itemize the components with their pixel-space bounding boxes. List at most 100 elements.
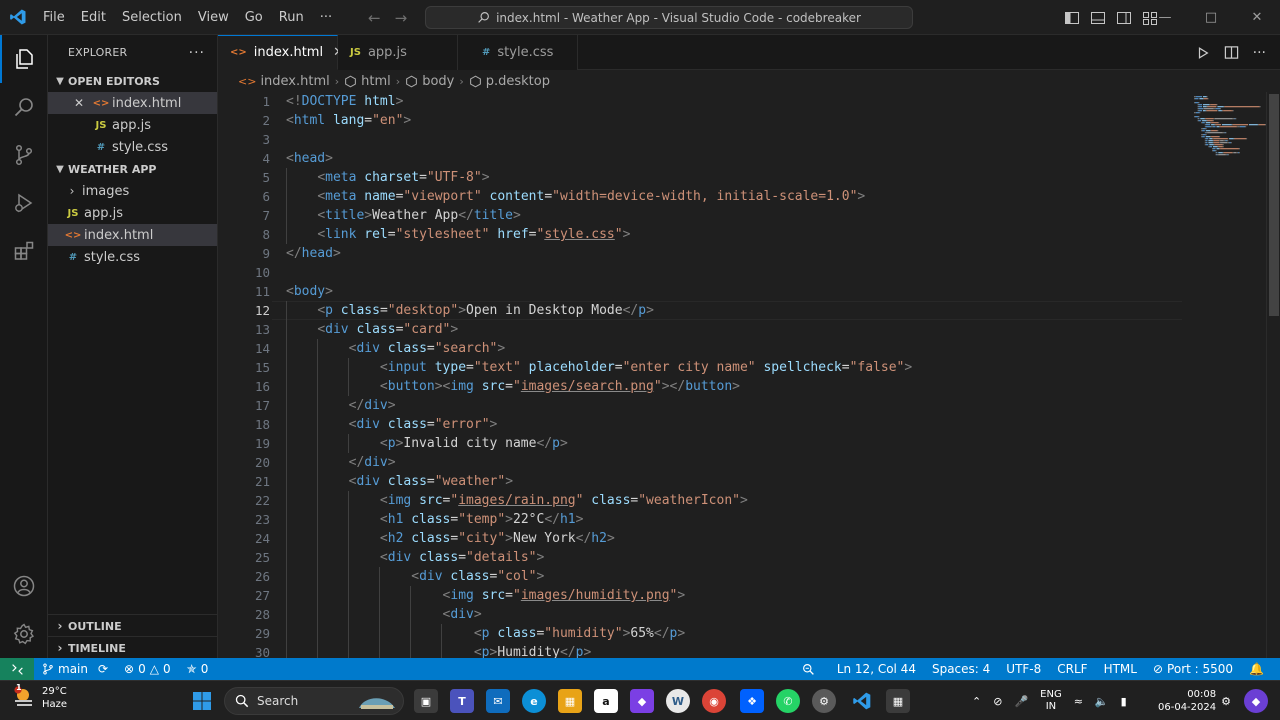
- notification-settings-icon[interactable]: ⚙: [1214, 689, 1238, 713]
- code-line[interactable]: [286, 263, 912, 282]
- timeline-section[interactable]: › TIMELINE: [48, 636, 218, 659]
- branch-indicator[interactable]: main ⟳: [34, 658, 116, 680]
- amazon-icon[interactable]: a: [594, 689, 618, 713]
- minimap[interactable]: [1190, 92, 1266, 658]
- open-editor-app-js[interactable]: JS app.js: [48, 114, 217, 136]
- sync-icon[interactable]: ⟳: [98, 662, 108, 676]
- code-line[interactable]: <meta name="viewport" content="width=dev…: [286, 187, 912, 206]
- breadcrumb-html[interactable]: html: [361, 74, 391, 89]
- vscode-taskbar-icon[interactable]: [850, 689, 874, 713]
- screen-recorder-icon[interactable]: ▦: [886, 689, 910, 713]
- code-editor[interactable]: 1 2 3 4 5 6 7 8 9 10 11 12 13 14 15 16 17 18 19 20 21 22 23 24 2…: [218, 92, 1280, 658]
- maximize-icon[interactable]: □: [1188, 10, 1234, 25]
- code-line[interactable]: <head>: [286, 149, 912, 168]
- ports-indicator[interactable]: ✯ 0: [179, 658, 217, 680]
- tab-style-css[interactable]: # style.css: [458, 35, 578, 70]
- code-line[interactable]: </div>: [286, 396, 912, 415]
- breadcrumb-body[interactable]: body: [422, 74, 454, 89]
- menu-edit[interactable]: Edit: [73, 0, 114, 35]
- dropbox-icon[interactable]: ❖: [740, 689, 764, 713]
- microphone-icon[interactable]: 🎤: [1014, 695, 1028, 708]
- chrome-icon[interactable]: ◉: [702, 689, 726, 713]
- edge-browser-icon[interactable]: e: [522, 689, 546, 713]
- menu-more[interactable]: ···: [312, 0, 340, 35]
- minimize-icon[interactable]: —: [1142, 10, 1188, 25]
- tree-file-index-html[interactable]: <> index.html: [48, 224, 217, 246]
- code-line[interactable]: <div class="details">: [286, 548, 912, 567]
- manage-gear-icon[interactable]: [0, 610, 48, 658]
- command-center[interactable]: index.html - Weather App - Visual Studio…: [425, 6, 913, 29]
- remote-indicator[interactable]: [0, 658, 34, 680]
- code-line[interactable]: <p>Invalid city name</p>: [286, 434, 912, 453]
- code-line[interactable]: </div>: [286, 453, 912, 472]
- code-line[interactable]: <div class="weather">: [286, 472, 912, 491]
- network-off-icon[interactable]: ⊘: [993, 695, 1002, 708]
- scrollbar-thumb[interactable]: [1269, 94, 1279, 316]
- accounts-icon[interactable]: [0, 562, 48, 610]
- tree-file-app-js[interactable]: JS app.js: [48, 202, 217, 224]
- tree-folder-images[interactable]: › images: [48, 180, 217, 202]
- code-line[interactable]: <div class="error">: [286, 415, 912, 434]
- menu-go[interactable]: Go: [237, 0, 271, 35]
- settings-gear-icon[interactable]: ⚙: [812, 689, 836, 713]
- split-editor-icon[interactable]: [1224, 45, 1239, 60]
- code-line[interactable]: <body>: [286, 282, 912, 301]
- code-line[interactable]: <p>Humidity</p>: [286, 643, 912, 658]
- open-editor-style-css[interactable]: # style.css: [48, 136, 217, 158]
- taskbar-search[interactable]: Search: [224, 687, 404, 715]
- weather-app-section[interactable]: ▼ WEATHER APP: [48, 158, 217, 180]
- tree-file-style-css[interactable]: # style.css: [48, 246, 217, 268]
- code-line[interactable]: <input type="text" placeholder="enter ci…: [286, 358, 912, 377]
- copilot-tray-icon[interactable]: ◆: [1244, 689, 1268, 713]
- code-line[interactable]: <!DOCTYPE html>: [286, 92, 912, 111]
- chevron-up-icon[interactable]: ⌃: [972, 695, 981, 708]
- toggle-sidebar-icon[interactable]: [1064, 10, 1080, 26]
- language-mode[interactable]: HTML: [1096, 658, 1145, 680]
- close-icon[interactable]: ✕: [74, 96, 92, 110]
- battery-icon[interactable]: ▮: [1121, 695, 1127, 708]
- code-line[interactable]: <div class="card">: [286, 320, 912, 339]
- breadcrumb-file[interactable]: index.html: [260, 74, 329, 89]
- code-line[interactable]: <img src="images/rain.png" class="weathe…: [286, 491, 912, 510]
- menu-file[interactable]: File: [35, 0, 73, 35]
- code-line[interactable]: <link rel="stylesheet" href="style.css">: [286, 225, 912, 244]
- wordpress-icon[interactable]: W: [666, 689, 690, 713]
- encoding[interactable]: UTF-8: [998, 658, 1049, 680]
- indentation[interactable]: Spaces: 4: [924, 658, 998, 680]
- more-actions-icon[interactable]: ···: [1253, 45, 1266, 61]
- code-line[interactable]: <h2 class="city">New York</h2>: [286, 529, 912, 548]
- code-line[interactable]: </head>: [286, 244, 912, 263]
- code-line[interactable]: <div class="col">: [286, 567, 912, 586]
- code-line[interactable]: <html lang="en">: [286, 111, 912, 130]
- code-lines[interactable]: <!DOCTYPE html> <html lang="en"> <head> <m…: [286, 92, 912, 658]
- volume-icon[interactable]: 🔈: [1095, 695, 1109, 708]
- code-line[interactable]: <img src="images/humidity.png">: [286, 586, 912, 605]
- toggle-panel-icon[interactable]: [1090, 10, 1106, 26]
- code-line[interactable]: <meta charset="UTF-8">: [286, 168, 912, 187]
- breadcrumb-p-desktop[interactable]: p.desktop: [486, 74, 550, 89]
- code-line[interactable]: <div>: [286, 605, 912, 624]
- file-explorer-icon[interactable]: ▦: [558, 689, 582, 713]
- task-view-icon[interactable]: ▣: [414, 689, 438, 713]
- code-line[interactable]: <button><img src="images/search.png"></b…: [286, 377, 912, 396]
- code-line[interactable]: [286, 130, 912, 149]
- menu-view[interactable]: View: [190, 0, 237, 35]
- problems-indicator[interactable]: ⊗ 0 △ 0: [116, 658, 179, 680]
- open-editor-index-html[interactable]: ✕ <> index.html: [48, 92, 217, 114]
- explorer-icon[interactable]: [0, 35, 48, 83]
- menu-run[interactable]: Run: [271, 0, 312, 35]
- open-editors-section[interactable]: ▼ OPEN EDITORS: [48, 70, 217, 92]
- close-window-icon[interactable]: ✕: [1234, 10, 1280, 25]
- zoom-indicator[interactable]: [794, 658, 823, 680]
- more-actions-icon[interactable]: ···: [189, 45, 205, 61]
- code-line[interactable]: <p class="desktop">Open in Desktop Mode<…: [286, 301, 912, 320]
- whatsapp-icon[interactable]: ✆: [776, 689, 800, 713]
- run-debug-icon[interactable]: [0, 179, 48, 227]
- menu-selection[interactable]: Selection: [114, 0, 190, 35]
- copilot-icon[interactable]: ◆: [630, 689, 654, 713]
- extensions-icon[interactable]: [0, 227, 48, 275]
- source-control-icon[interactable]: [0, 131, 48, 179]
- wifi-icon[interactable]: ≈: [1074, 695, 1083, 708]
- search-icon[interactable]: [0, 83, 48, 131]
- code-line[interactable]: <p class="humidity">65%</p>: [286, 624, 912, 643]
